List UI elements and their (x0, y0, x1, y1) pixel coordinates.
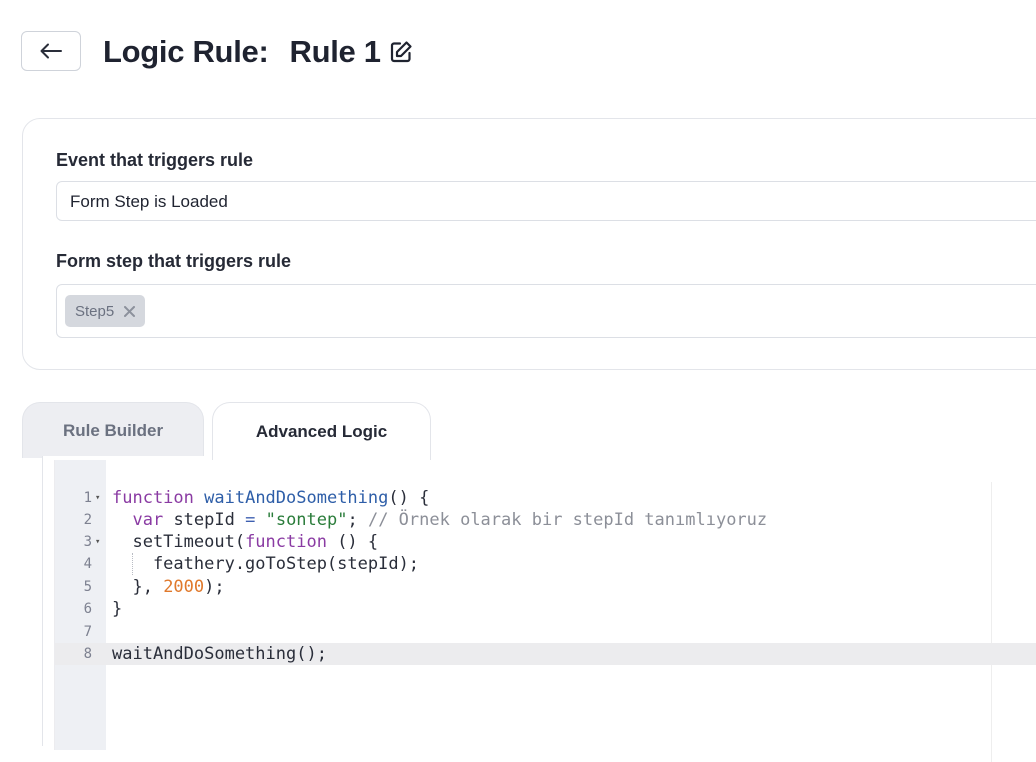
code-text: function waitAndDoSomething() { (112, 488, 430, 508)
line-number: 1 (83, 490, 92, 506)
line-number: 2 (83, 512, 92, 528)
line-number: 3 (83, 534, 92, 550)
trigger-card: Event that triggers rule Form Step is Lo… (22, 118, 1036, 370)
rule-name: Rule 1 (289, 34, 381, 69)
event-select-value: Form Step is Loaded (70, 192, 228, 211)
code-text: var stepId = "sontep"; // Örnek olarak b… (132, 510, 768, 530)
code-line[interactable]: 6} (55, 598, 1036, 620)
line-number: 8 (83, 646, 92, 662)
close-icon[interactable] (124, 305, 136, 317)
code-line[interactable]: 2 var stepId = "sontep"; // Örnek olarak… (55, 509, 1036, 531)
code-text: }, 2000); (112, 577, 225, 597)
step-multiselect[interactable]: Step5 (56, 284, 1036, 338)
back-button[interactable] (21, 31, 81, 71)
arrow-left-icon (40, 43, 62, 59)
code-line[interactable]: 7 (55, 621, 1036, 643)
event-select[interactable]: Form Step is Loaded (56, 181, 1036, 221)
tab-advanced-logic[interactable]: Advanced Logic (212, 402, 431, 460)
code-line[interactable]: 8 waitAndDoSomething(); (55, 643, 1036, 665)
code-text: } (112, 599, 123, 619)
step-chip: Step5 (65, 295, 146, 327)
title-prefix: Logic Rule: (103, 34, 269, 69)
fold-arrow-icon[interactable]: ▾ (95, 487, 100, 509)
code-line[interactable]: 5 }, 2000); (55, 576, 1036, 598)
code-text: setTimeout(function () { (112, 532, 379, 552)
code-line[interactable]: 1 ▾ function waitAndDoSomething() { (55, 487, 1036, 509)
line-number: 5 (83, 579, 92, 595)
step-chip-label: Step5 (75, 302, 115, 320)
step-label: Form step that triggers rule (56, 251, 292, 271)
code-text: feathery.goToStep(stepId); (112, 554, 420, 574)
line-number: 4 (83, 556, 92, 572)
fold-arrow-icon[interactable]: ▾ (95, 531, 100, 553)
edit-icon[interactable] (389, 40, 413, 64)
tab-rule-builder[interactable]: Rule Builder (22, 402, 204, 458)
page-title: Logic Rule: Rule 1 (103, 31, 413, 73)
code-text: waitAndDoSomething(); (112, 644, 327, 664)
code-line[interactable]: 4 feathery.goToStep(stepId); (55, 553, 1036, 575)
line-number: 7 (83, 624, 92, 640)
code-line[interactable]: 3 ▾ setTimeout(function () { (55, 531, 1036, 553)
line-number: 6 (83, 601, 92, 617)
code-editor[interactable]: 1 ▾ function waitAndDoSomething() {2 var s… (54, 460, 1036, 762)
event-label: Event that triggers rule (56, 150, 254, 170)
